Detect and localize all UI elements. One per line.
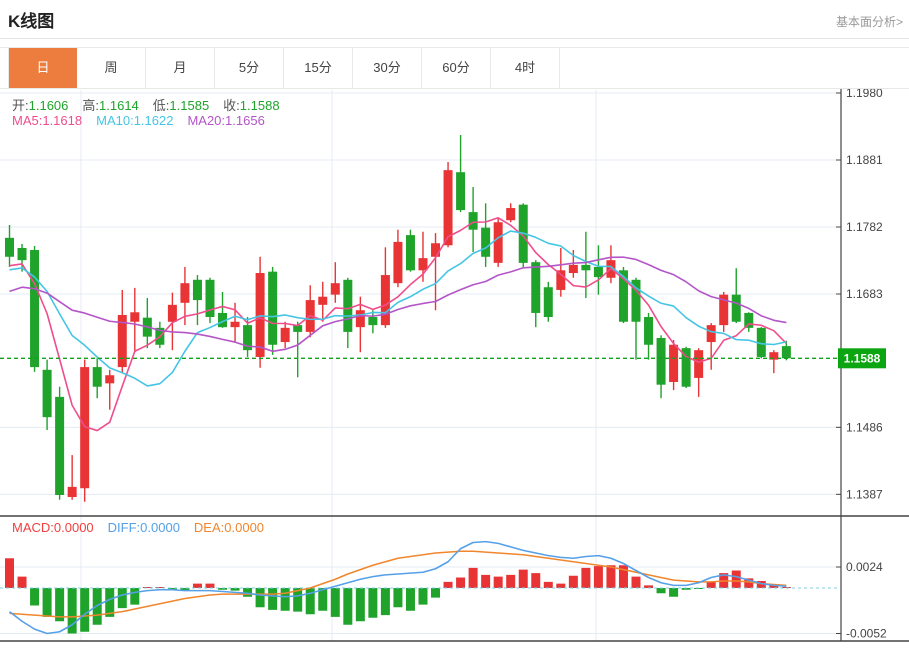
ma-legend: MA5:1.1618 MA10:1.1622 MA20:1.1656 [12,113,279,128]
legend-label: 高: [82,98,99,113]
legend-item: 低:1.1585 [153,98,209,113]
legend-item: MA5:1.1618 [12,113,82,128]
legend-item: 高:1.1614 [82,98,138,113]
interval-tabs: 日周月5分15分30分60分4时 [8,48,560,88]
legend-item: MA20:1.1656 [187,113,264,128]
legend-label: MA20: [187,113,225,128]
tab-30分[interactable]: 30分 [353,48,422,88]
tab-bar: 日周月5分15分30分60分4时 [0,47,909,89]
legend-value: 0.0000 [224,520,264,535]
svg-text:0.0024: 0.0024 [846,560,883,574]
legend-item: MA10:1.1622 [96,113,173,128]
legend-value: 0.0000 [54,520,94,535]
svg-text:-0.0052: -0.0052 [846,627,887,641]
tab-周[interactable]: 周 [77,48,146,88]
legend-value: 1.1588 [240,98,280,113]
kline-page: K线图 基本面分析> 1.19801.18811.17821.16831.148… [0,0,909,648]
tab-日[interactable]: 日 [8,48,77,88]
legend-value: 0.0000 [140,520,180,535]
svg-text:1.1782: 1.1782 [846,220,883,234]
legend-item: 开:1.1606 [12,98,68,113]
legend-item: 收:1.1588 [223,98,279,113]
svg-text:1.1881: 1.1881 [846,153,883,167]
legend-value: 1.1614 [99,98,139,113]
legend-label: MACD: [12,520,54,535]
svg-text:1.1486: 1.1486 [846,420,883,434]
legend-label: 收: [223,98,240,113]
legend-label: 低: [153,98,170,113]
tab-15分[interactable]: 15分 [284,48,353,88]
tab-4时[interactable]: 4时 [491,48,560,88]
legend-label: MA10: [96,113,134,128]
legend-value: 1.1622 [134,113,174,128]
legend-item: DEA:0.0000 [194,520,264,535]
tab-60分[interactable]: 60分 [422,48,491,88]
svg-text:1.1588: 1.1588 [844,351,881,365]
legend-label: MA5: [12,113,42,128]
legend-item: DIFF:0.0000 [108,520,180,535]
svg-text:1.1683: 1.1683 [846,287,883,301]
tab-月[interactable]: 月 [146,48,215,88]
legend-value: 1.1656 [225,113,265,128]
legend-label: DIFF: [108,520,141,535]
legend-label: 开: [12,98,29,113]
legend-value: 1.1585 [169,98,209,113]
ohlc-legend: 开:1.1606 高:1.1614 低:1.1585 收:1.1588 [12,95,294,114]
macd-legend: MACD:0.0000DIFF:0.0000DEA:0.0000 [12,520,278,535]
legend-item: MACD:0.0000 [12,520,94,535]
svg-text:1.1387: 1.1387 [846,487,883,501]
legend-value: 1.1606 [29,98,69,113]
tab-5分[interactable]: 5分 [215,48,284,88]
legend-label: DEA: [194,520,224,535]
legend-value: 1.1618 [42,113,82,128]
